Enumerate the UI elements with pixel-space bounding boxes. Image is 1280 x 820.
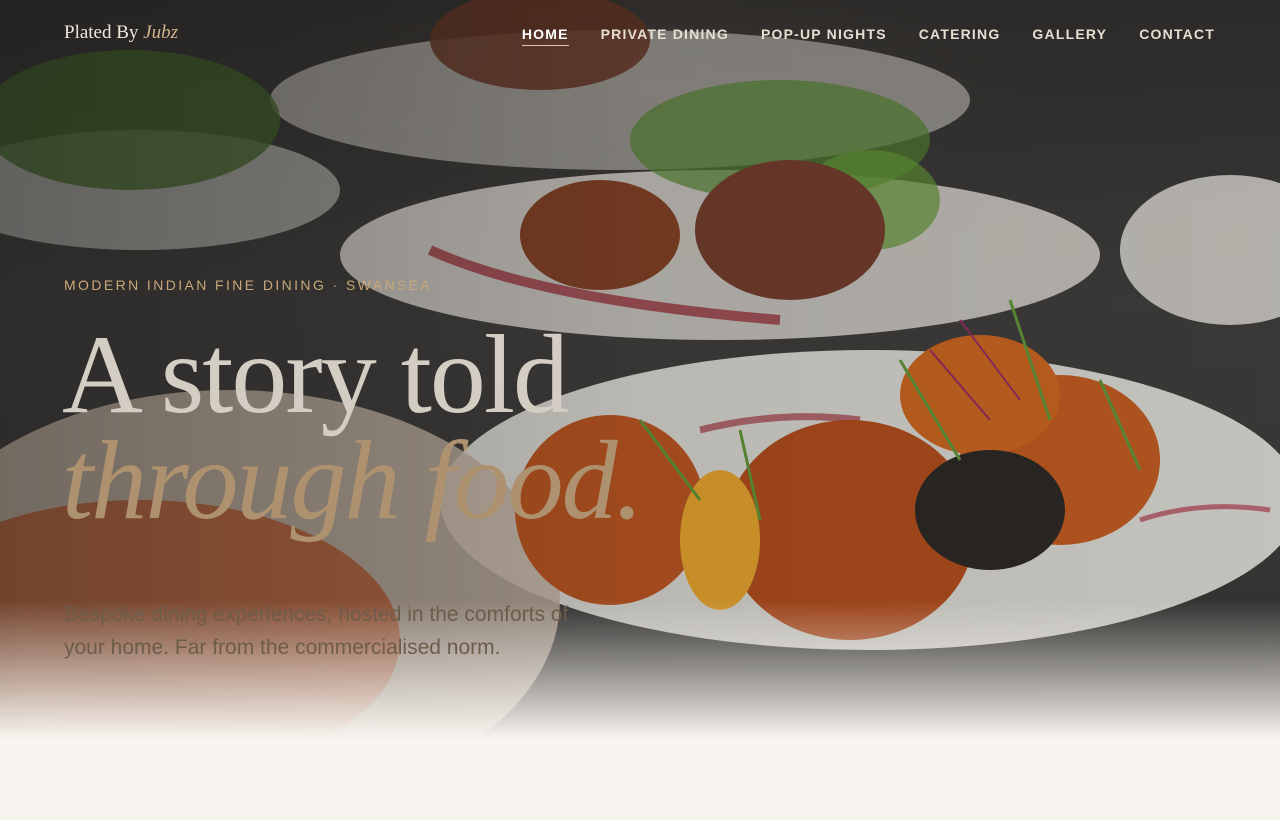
nav-item-pop-up-nights[interactable]: POP-UP NIGHTS (761, 26, 887, 46)
top-navigation: Plated By Jubz HOME PRIVATE DINING POP-U… (0, 0, 1280, 70)
hero-headline: A story told through food. (62, 313, 644, 543)
headline-line-1: A story told (62, 313, 569, 437)
nav-item-home[interactable]: HOME (521, 26, 569, 46)
nav-item-catering[interactable]: CATERING (919, 26, 1001, 46)
nav-item-private-dining[interactable]: PRIVATE DINING (601, 26, 729, 46)
main-menu: HOME PRIVATE DINING POP-UP NIGHTS CATERI… (521, 26, 1215, 46)
nav-item-gallery[interactable]: GALLERY (1032, 26, 1107, 46)
headline-line-2: through food. (62, 419, 644, 543)
hero-subtitle: Bespoke dining experiences, hosted in th… (64, 603, 569, 659)
brand-logo[interactable]: Plated By Jubz (64, 22, 178, 44)
hero-eyebrow: MODERN INDIAN FINE DINING · SWANSEA (64, 277, 433, 293)
brand-accent: Jubz (143, 22, 178, 43)
nav-item-contact[interactable]: CONTACT (1139, 26, 1215, 46)
brand-name: Plated By (64, 22, 139, 43)
